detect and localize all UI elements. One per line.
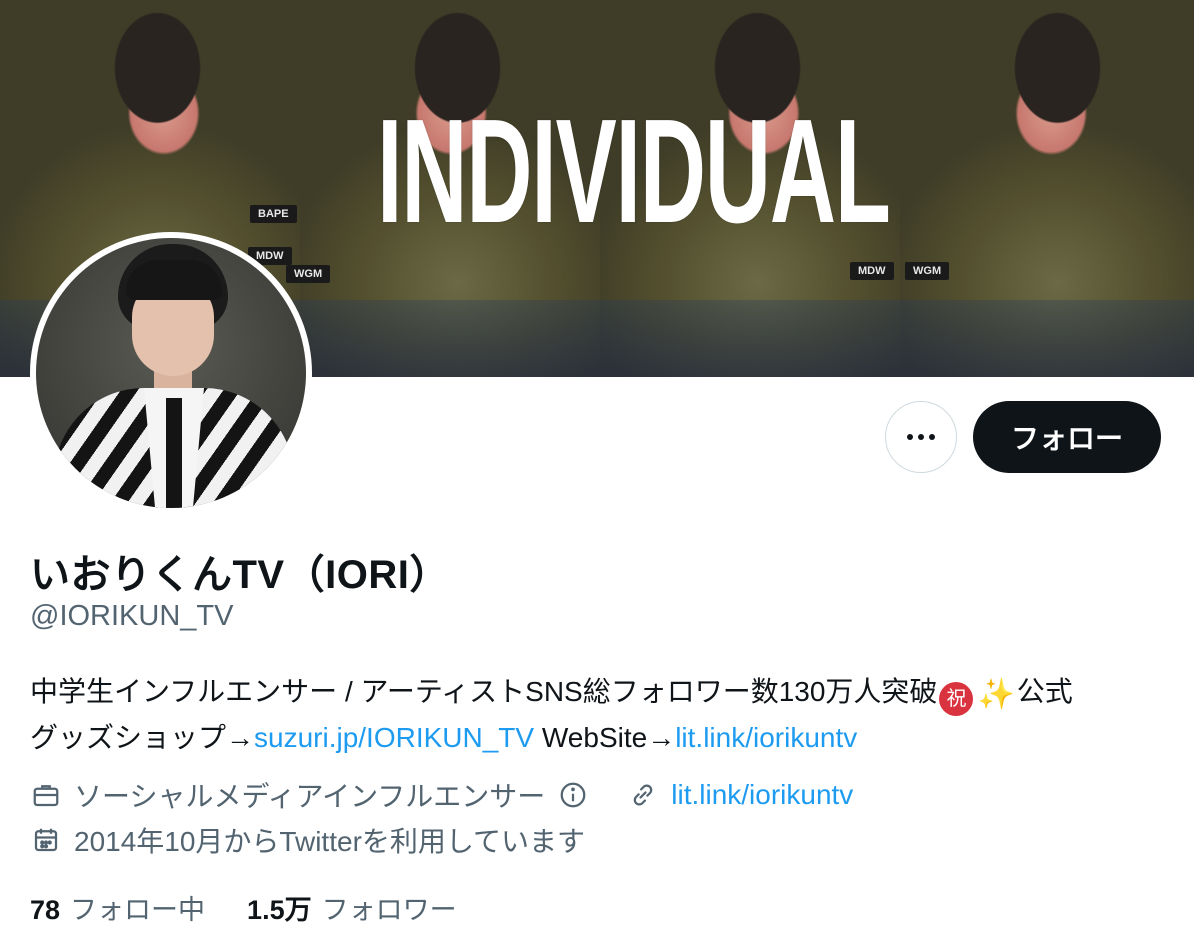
profile-meta-row: 2014年10月からTwitterを利用しています — [30, 820, 585, 860]
sparkles-emoji-icon: ✨ — [977, 678, 1015, 711]
bio-line-2: グッズショップ→suzuri.jp/IORIKUN_TV WebSite→lit… — [30, 716, 1170, 759]
bio-text: WebSite→ — [534, 722, 676, 753]
bio-text: 中学生インフルエンサー / アーティストSNS総フォロワー数130万人突破 — [30, 676, 938, 707]
website-link[interactable]: lit.link/iorikuntv — [675, 722, 857, 753]
calendar-icon — [30, 824, 62, 856]
iwai-emoji-icon: 祝 — [939, 682, 974, 716]
avatar-fringe — [126, 260, 222, 300]
following-label: フォロー中 — [70, 895, 206, 925]
banner-tag: MDW — [850, 262, 894, 280]
link-icon — [627, 779, 659, 811]
profile-meta-row: ソーシャルメディアインフルエンサー lit.link/iorikuntv — [30, 775, 853, 815]
more-options-button[interactable] — [885, 401, 957, 473]
followers-count: 1.5万 — [247, 895, 312, 925]
banner-title-text: INDIVIDUAL — [377, 89, 891, 254]
more-dots-icon — [907, 434, 935, 440]
joined-date: 2014年10月からTwitterを利用しています — [74, 826, 586, 857]
following-count: 78 — [30, 895, 61, 925]
avatar[interactable] — [30, 232, 312, 514]
profile-page: MDW WGM BAPE MDW WGM INDIVIDUAL フォロー いおり… — [0, 0, 1194, 950]
profile-category: ソーシャルメディアインフルエンサー — [74, 781, 546, 812]
bio-text: 公式 — [1016, 676, 1073, 707]
banner-tag: WGM — [905, 262, 950, 280]
follow-button[interactable]: フォロー — [973, 401, 1161, 473]
following-link[interactable]: 78 フォロー中 — [30, 888, 205, 927]
info-icon[interactable] — [557, 779, 589, 811]
shop-link[interactable]: suzuri.jp/IORIKUN_TV — [254, 722, 534, 753]
banner-tag: BAPE — [250, 205, 297, 223]
bio-text: グッズショップ→ — [30, 722, 255, 753]
profile-url-link[interactable]: lit.link/iorikuntv — [671, 779, 853, 811]
bio-line-1: 中学生インフルエンサー / アーティストSNS総フォロワー数130万人突破祝 ✨公… — [30, 670, 1170, 716]
briefcase-icon — [30, 779, 62, 811]
avatar-tie — [166, 398, 182, 508]
followers-label: フォロワー — [321, 895, 457, 925]
user-handle: @IORIKUN_TV — [30, 600, 234, 632]
display-name: いおりくんTV（IORI） — [30, 553, 450, 597]
avatar-photo — [36, 238, 306, 508]
banner-tag: WGM — [286, 265, 331, 283]
profile-bio: 中学生インフルエンサー / アーティストSNS総フォロワー数130万人突破祝 ✨公… — [30, 670, 1170, 759]
follow-stats: 78 フォロー中 1.5万 フォロワー — [30, 888, 457, 927]
followers-link[interactable]: 1.5万 フォロワー — [247, 888, 457, 927]
